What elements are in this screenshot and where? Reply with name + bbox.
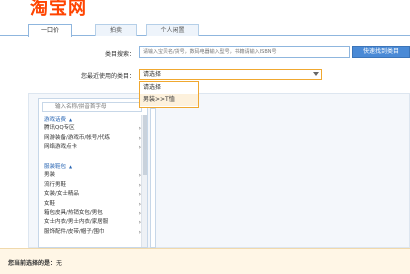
tree-item[interactable]: 网游装备/游戏币/帐号/代练 › [44,134,141,143]
tree-filter-input[interactable] [42,102,142,112]
tree-group-games[interactable]: 游戏话费 ▲ [44,115,141,124]
recent-category-dropdown: 请选择 男装>>T恤 [139,81,199,108]
quick-find-category-button[interactable]: 快速找到类目 [352,46,410,58]
tree-list: 游戏话费 ▲ 腾讯QQ专区 › 网游装备/游戏币/帐号/代练 › 网络游戏点卡 › 服装… [44,115,141,237]
category-search-input[interactable] [139,46,350,58]
dropdown-option[interactable]: 男装>>T恤 [140,94,198,106]
tree-item[interactable]: 女装/女士精品 › [44,190,141,199]
recent-category-label: 您最近使用的类目： [80,73,135,80]
chevron-down-icon [313,72,319,76]
tree-item-label: 腾讯QQ专区 [44,125,75,132]
tree-item[interactable]: 女鞋 › [44,200,141,209]
tree-item-label: 流行男鞋 [44,181,67,188]
tree-item[interactable]: 流行男鞋 › [44,181,141,190]
tree-group-apparel[interactable]: 服装鞋包 ▲ [44,162,141,171]
tree-item[interactable]: 箱包皮具/热销女包/男包 › [44,209,141,218]
caret-up-icon: ▲ [69,163,73,169]
tree-item-label: 箱包皮具/热销女包/男包 [44,209,103,216]
scrollbar-thumb[interactable] [143,115,147,175]
tree-group-label: 服装鞋包 [44,163,67,170]
tree-scrollbar[interactable] [141,115,147,247]
tree-item-label: 女装/女士精品 [44,191,79,198]
tree-item[interactable]: 网络游戏点卡 › [44,143,141,152]
tree-item-label: 服饰配件/皮带/帽子/围巾 [44,228,105,235]
category-tree: 游戏话费▲ 腾讯QQ专区› 网游装备/游戏币/帐号/代练› 网络游戏点卡› 服装… [38,98,148,248]
tree-item[interactable]: 男装 › [44,171,141,180]
category-search-label: 类目搜索： [104,51,135,58]
tree-item[interactable]: 服饰配件/皮带/帽子/围巾 › [44,228,141,237]
tree-item-label: 女鞋 [44,200,56,207]
caret-up-icon: ▲ [69,117,73,122]
taobao-logo: 淘宝网 [30,0,87,19]
subcategory-column [150,108,156,248]
tree-item-label: 男装 [44,172,56,179]
tree-item[interactable]: 女士内衣/男士内衣/家居服 › [44,218,141,227]
current-selection: 您当前选择的是：无 [8,258,62,267]
tree-item-label: 网络游戏点卡 [44,144,78,151]
recent-category-select[interactable]: 请选择 [139,69,322,80]
current-selection-label: 您当前选择的是： [8,260,57,267]
tree-group-label: 游戏话费 [44,117,67,123]
current-selection-value: 无 [56,260,63,267]
tab-auction[interactable]: 拍卖 [95,24,137,36]
tab-fixed-price[interactable]: 一口价 [28,24,72,37]
tab-personal-idle[interactable]: 个人闲置 [146,24,199,36]
recent-category-selected-value: 请选择 [143,71,162,78]
tree-item[interactable]: 腾讯QQ专区 › [44,124,141,133]
tree-item-label: 网游装备/游戏币/帐号/代练 [44,134,111,141]
dropdown-option[interactable]: 请选择 [140,82,198,94]
tree-item-label: 女士内衣/男士内衣/家居服 [44,219,109,226]
listing-type-tabs: 一口价 拍卖 个人闲置 [0,23,410,37]
